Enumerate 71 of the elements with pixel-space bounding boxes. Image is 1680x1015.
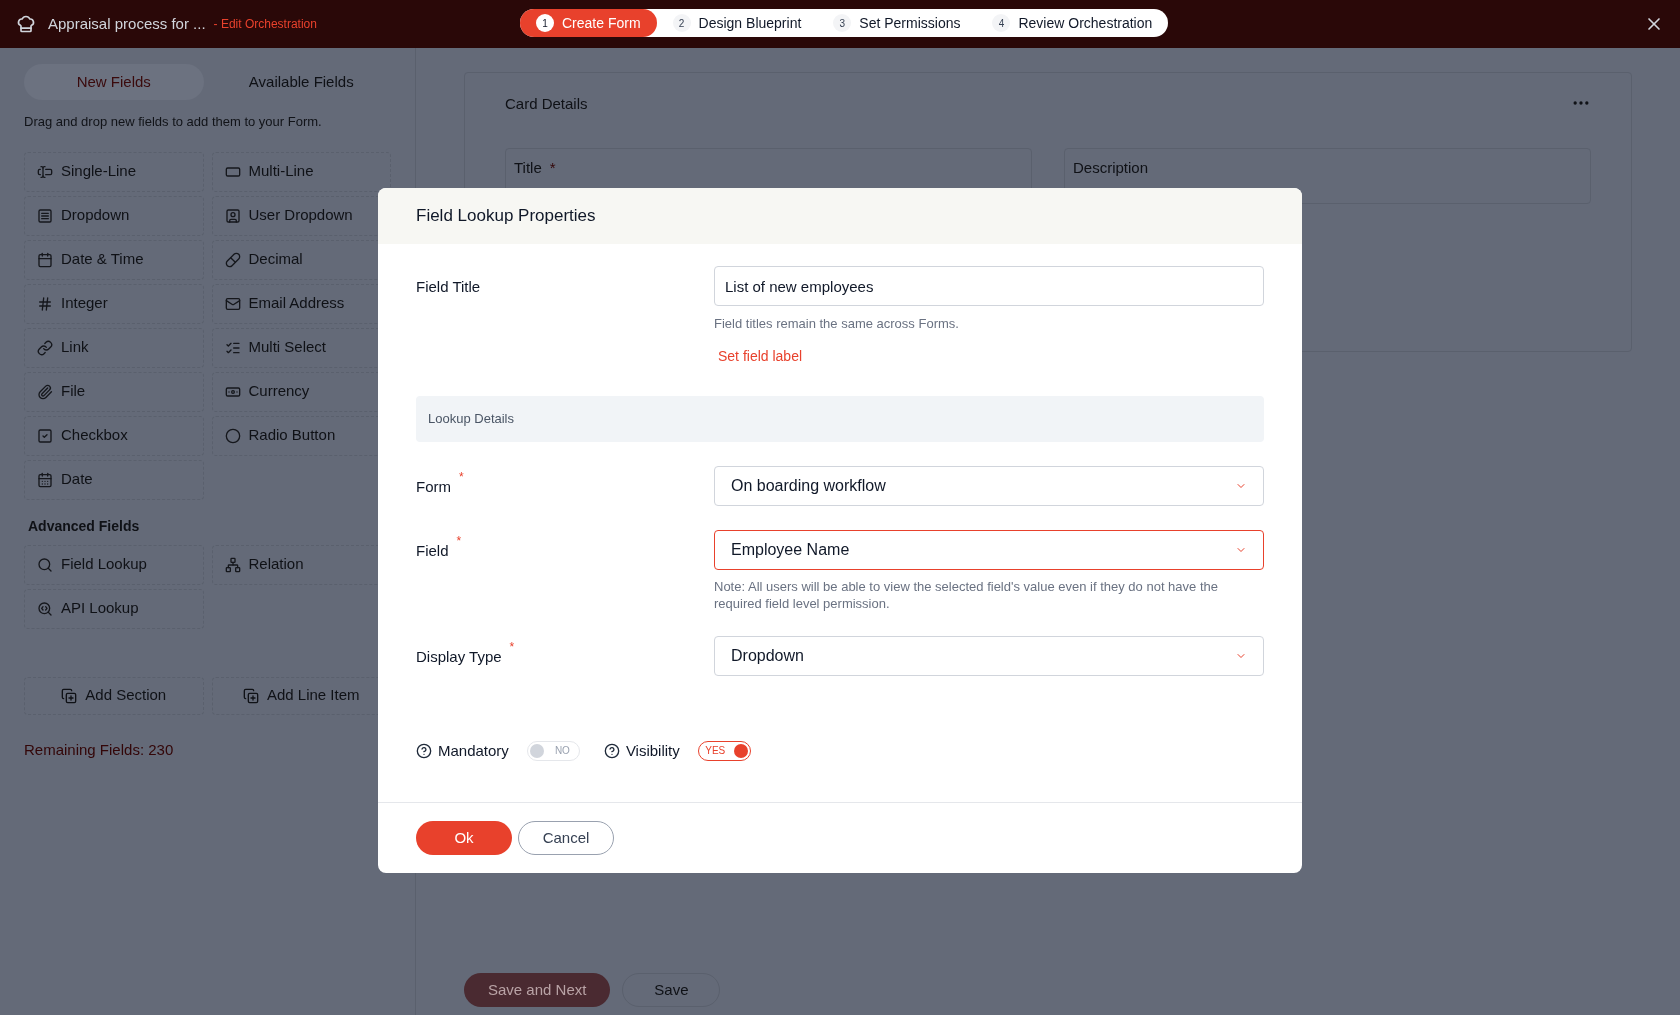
field-label: Form — [416, 476, 451, 497]
card-title: Card Details — [505, 94, 588, 114]
user-square-icon — [224, 207, 241, 224]
list-box-icon — [37, 207, 53, 224]
step-tab[interactable]: 4 Review Orchestration — [976, 9, 1169, 37]
field-title-input[interactable]: List of new employees — [714, 266, 1264, 306]
help-icon[interactable] — [416, 742, 432, 759]
copy-plus-icon — [242, 687, 259, 704]
remaining-fields: Remaining Fields: 230 — [24, 738, 391, 761]
add-button[interactable]: Add Section — [24, 676, 204, 715]
section-heading: Advanced Fields — [27, 516, 141, 536]
field-chip[interactable]: Field Lookup — [24, 544, 204, 585]
paperclip-icon — [37, 383, 53, 400]
step-number: 1 — [536, 14, 554, 32]
field-chip[interactable]: Integer — [24, 283, 204, 324]
field-label: Title — [514, 157, 542, 178]
field-chip[interactable]: Dropdown — [24, 195, 204, 236]
field-chip[interactable]: Link — [24, 327, 204, 368]
search-code-icon — [37, 600, 53, 617]
required-mark: * — [509, 638, 515, 656]
pill-icon — [224, 251, 241, 268]
step-number: 3 — [833, 14, 852, 32]
step-number: 2 — [672, 14, 691, 32]
field-chip[interactable]: Checkbox — [24, 415, 204, 456]
search-icon — [37, 556, 53, 573]
chef-hat-icon — [16, 14, 36, 34]
dialog-title: Field Lookup Properties — [416, 205, 596, 228]
select-field[interactable]: On boarding workflow — [714, 465, 1264, 506]
field-label: Description — [1073, 157, 1149, 178]
app-title: Appraisal process for ... — [48, 13, 206, 34]
link-icon — [37, 339, 53, 356]
toggle-label: Mandatory — [438, 740, 509, 761]
step-tab[interactable]: 1 Create Form — [520, 9, 657, 37]
page-subtitle: - Edit Orchestration — [213, 16, 317, 33]
select-field[interactable]: Employee Name — [714, 529, 1264, 570]
field-label: Field Title — [416, 277, 482, 297]
required-mark: * — [456, 532, 462, 550]
select-field[interactable]: Dropdown — [714, 635, 1264, 676]
sidebar-hint: Drag and drop new fields to add them to your Form. — [24, 113, 323, 131]
ok-button[interactable]: Ok — [416, 821, 512, 855]
calendar-icon — [37, 251, 53, 268]
field-label: Display Type — [416, 646, 502, 667]
copy-plus-icon — [61, 687, 78, 704]
step-number: 4 — [992, 14, 1011, 32]
calendar-icon — [37, 471, 53, 488]
sidebar-tab[interactable]: New Fields — [24, 64, 204, 100]
network-icon — [224, 556, 241, 573]
hash-icon — [37, 295, 53, 312]
field-chip[interactable]: Single-Line — [24, 151, 204, 192]
field-hint: Field titles remain the same across Forms. — [714, 315, 960, 333]
section-header: Lookup Details — [416, 395, 1264, 442]
field-input-icon — [37, 163, 53, 180]
field-chip[interactable]: Date — [24, 459, 204, 500]
field-chip[interactable]: File — [24, 371, 204, 412]
field-chip[interactable]: Date & Time — [24, 239, 204, 280]
field-chip[interactable]: API Lookup — [24, 588, 204, 629]
required-mark: * — [459, 468, 464, 486]
step-tab[interactable]: 3 Set Permissions — [817, 9, 977, 37]
toggle-label: Visibility — [625, 740, 680, 761]
set-label-link[interactable]: Set field label — [718, 345, 803, 367]
field-chip[interactable]: Multi-Line — [211, 151, 391, 192]
save-next-button[interactable]: Save and Next — [464, 973, 611, 1007]
help-icon[interactable] — [603, 742, 620, 759]
checkbox-icon — [37, 427, 53, 444]
required-mark: * — [549, 157, 556, 178]
field-label: Field — [416, 540, 449, 561]
field-note: Note: All users will be able to view the selected field's value even if they do not have the required field level permission. — [714, 577, 1219, 612]
envelope-icon — [224, 295, 241, 312]
circle-icon — [224, 427, 241, 444]
sidebar-tab[interactable]: Available Fields — [211, 64, 391, 100]
step-tab[interactable]: 2 Design Blueprint — [656, 9, 818, 37]
